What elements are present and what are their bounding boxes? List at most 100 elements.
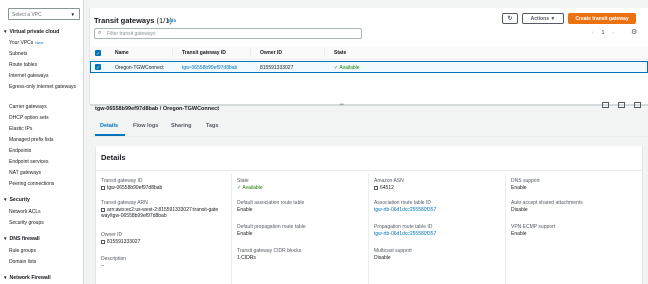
tab-flow-logs[interactable]: Flow logs xyxy=(133,123,158,129)
nav-section-network-firewall[interactable]: ▼ Network Firewall xyxy=(3,275,51,281)
details-heading: Details xyxy=(101,153,126,162)
gear-icon[interactable]: ⚙ xyxy=(631,28,637,36)
create-transit-gateway-button[interactable]: Create transit gateway xyxy=(568,13,636,24)
sidebar-item-security-groups[interactable]: Security groups xyxy=(9,220,81,226)
select-all-checkbox[interactable]: ✓ xyxy=(95,50,101,56)
vpc-filter-select[interactable]: Select a VPC ▼ xyxy=(8,8,80,20)
cell-state: ✓ Available xyxy=(334,65,360,71)
cell-transit-gateway-id[interactable]: tgw-06558b99ef97d8bab xyxy=(182,65,237,71)
sidebar: Select a VPC ▼ ▼ Virtual private cloud Yo… xyxy=(0,0,84,284)
page-number[interactable]: 1 xyxy=(602,30,605,36)
column-header-transit-gateway-id[interactable]: Transit gateway ID xyxy=(182,50,226,56)
caret-down-icon: ▼ xyxy=(3,275,8,280)
caret-down-icon: ▼ xyxy=(3,197,8,202)
sidebar-item-subnets[interactable]: Subnets xyxy=(9,51,81,57)
field-label: Transit gateway CIDR blocks xyxy=(237,248,302,254)
copy-icon[interactable] xyxy=(101,185,105,190)
association-route-table-link[interactable]: tgw-rtb-06d1dcc255580f357 xyxy=(374,207,492,213)
row-checkbox[interactable]: ✓ xyxy=(95,64,101,70)
field-value: – xyxy=(101,263,104,269)
sidebar-item-egress-only-internet-gateways[interactable]: Egress-only internet gateways xyxy=(9,84,81,90)
field-label: DNS support xyxy=(511,178,540,184)
field-value: arn:aws:ec2:us-west-2:815591333027:trans… xyxy=(101,207,219,219)
column-divider[interactable] xyxy=(172,49,173,57)
column-divider xyxy=(505,174,506,284)
split-off-icon[interactable] xyxy=(634,102,641,108)
field-amazon-asn: Amazon ASN 64512 xyxy=(374,178,492,191)
nav-section-dns-firewall[interactable]: ▼ DNS firewall xyxy=(3,236,40,242)
search-icon: ⌕ xyxy=(98,30,102,36)
sidebar-item-dhcp-option-sets[interactable]: DHCP option sets xyxy=(9,115,81,121)
page-title: Transit gateways (1/1) xyxy=(94,16,172,25)
field-value-text: 64512 xyxy=(380,185,394,191)
caret-down-icon: ▼ xyxy=(70,12,75,17)
field-label: Default propagation route table xyxy=(237,224,306,230)
column-divider[interactable] xyxy=(324,49,325,57)
split-bottom-icon[interactable] xyxy=(602,102,609,108)
sidebar-item-domain-lists[interactable]: Domain lists xyxy=(9,259,81,265)
field-label: Transit gateway ARN xyxy=(101,200,148,206)
split-side-icon[interactable] xyxy=(618,102,625,108)
field-value: ✓ Available xyxy=(237,185,355,191)
panel-title-text: Transit gateways xyxy=(94,16,155,25)
filter-placeholder: Filter transit gateways xyxy=(107,31,156,37)
actions-button[interactable]: Actions ▼ xyxy=(522,13,564,24)
nav-section-label: Security xyxy=(9,197,30,203)
nav-section-security[interactable]: ▼ Security xyxy=(3,197,30,203)
column-header-owner-id[interactable]: Owner ID xyxy=(260,50,282,56)
field-value-text: 815591333027 xyxy=(107,239,141,245)
column-divider[interactable] xyxy=(250,49,251,57)
field-value: tgw-06558b99ef97d8bab xyxy=(101,185,219,191)
details-panel: Details Transit gateway ID tgw-06558b99e… xyxy=(96,146,642,284)
sidebar-item-your-vpcs[interactable]: Your VPCs New xyxy=(9,40,81,46)
sidebar-item-elastic-ips[interactable]: Elastic IPs xyxy=(9,126,81,132)
copy-icon[interactable] xyxy=(101,239,105,244)
field-dns-support: DNS support Enable xyxy=(511,178,629,191)
column-header-state[interactable]: State xyxy=(334,50,346,56)
vpc-filter-placeholder: Select a VPC xyxy=(12,12,42,18)
field-label: Transit gateway ID xyxy=(101,178,143,184)
pagination: ‹ 1 › xyxy=(588,30,618,36)
sidebar-item-peering-connections[interactable]: Peering connections xyxy=(9,181,81,187)
nav-section-label: Network Firewall xyxy=(9,275,51,281)
field-label: Default association route table xyxy=(237,200,305,206)
nav-section-label: Virtual private cloud xyxy=(9,29,60,35)
column-header-name[interactable]: Name xyxy=(115,50,129,56)
sidebar-item-endpoint-services[interactable]: Endpoint services xyxy=(9,159,81,165)
refresh-button[interactable]: ↻ xyxy=(502,13,518,24)
sidebar-item-carrier-gateways[interactable]: Carrier gateways xyxy=(9,104,81,110)
nav-section-virtual-private-cloud[interactable]: ▼ Virtual private cloud xyxy=(3,29,59,35)
sidebar-item-route-tables[interactable]: Route tables xyxy=(9,62,81,68)
sidebar-item-nat-gateways[interactable]: NAT gateways xyxy=(9,170,81,176)
field-transit-gateway-arn: Transit gateway ARN arn:aws:ec2:us-west-… xyxy=(101,200,219,219)
tab-tags[interactable]: Tags xyxy=(206,123,218,129)
tab-details[interactable]: Details xyxy=(100,123,118,129)
table-row[interactable]: ✓ Oregon-TGWConnect tgw-06558b99ef97d8ba… xyxy=(90,61,648,73)
refresh-icon: ↻ xyxy=(507,16,513,22)
field-multicast-support: Multicast support Disable xyxy=(374,248,492,261)
field-vpn-ecmp-support: VPN ECMP support Enable xyxy=(511,224,629,237)
field-label: VPN ECMP support xyxy=(511,224,556,230)
drag-handle-icon[interactable]: ═ xyxy=(340,102,344,108)
sidebar-item-endpoints[interactable]: Endpoints xyxy=(9,148,81,154)
check-circle-icon: ✓ xyxy=(334,65,339,71)
copy-icon[interactable] xyxy=(101,207,105,212)
info-link[interactable]: Info xyxy=(168,18,176,23)
detail-tabs: Details Flow logs Sharing Tags xyxy=(90,118,648,137)
field-value-text: tgw-06558b99ef97d8bab xyxy=(107,185,163,191)
filter-input[interactable]: ⌕ Filter transit gateways xyxy=(94,28,362,39)
field-description: Description – xyxy=(101,256,219,269)
sidebar-item-network-acls[interactable]: Network ACLs xyxy=(9,209,81,215)
next-page-icon[interactable]: › xyxy=(612,30,614,36)
tab-sharing[interactable]: Sharing xyxy=(171,123,191,129)
propagation-route-table-link[interactable]: tgw-rtb-06d1dcc255580f357 xyxy=(374,231,492,237)
nav-section-label: DNS firewall xyxy=(9,236,40,242)
copy-icon[interactable] xyxy=(374,185,378,190)
prev-page-icon[interactable]: ‹ xyxy=(592,30,594,36)
field-cidr-blocks: Transit gateway CIDR blocks 1 CIDRs xyxy=(237,248,355,261)
tabs-divider xyxy=(90,136,648,137)
field-label: Association route table ID xyxy=(374,200,431,206)
sidebar-item-managed-prefix-lists[interactable]: Managed prefix lists xyxy=(9,137,81,143)
sidebar-item-rule-groups[interactable]: Rule groups xyxy=(9,248,81,254)
sidebar-item-internet-gateways[interactable]: Internet gateways xyxy=(9,73,81,79)
